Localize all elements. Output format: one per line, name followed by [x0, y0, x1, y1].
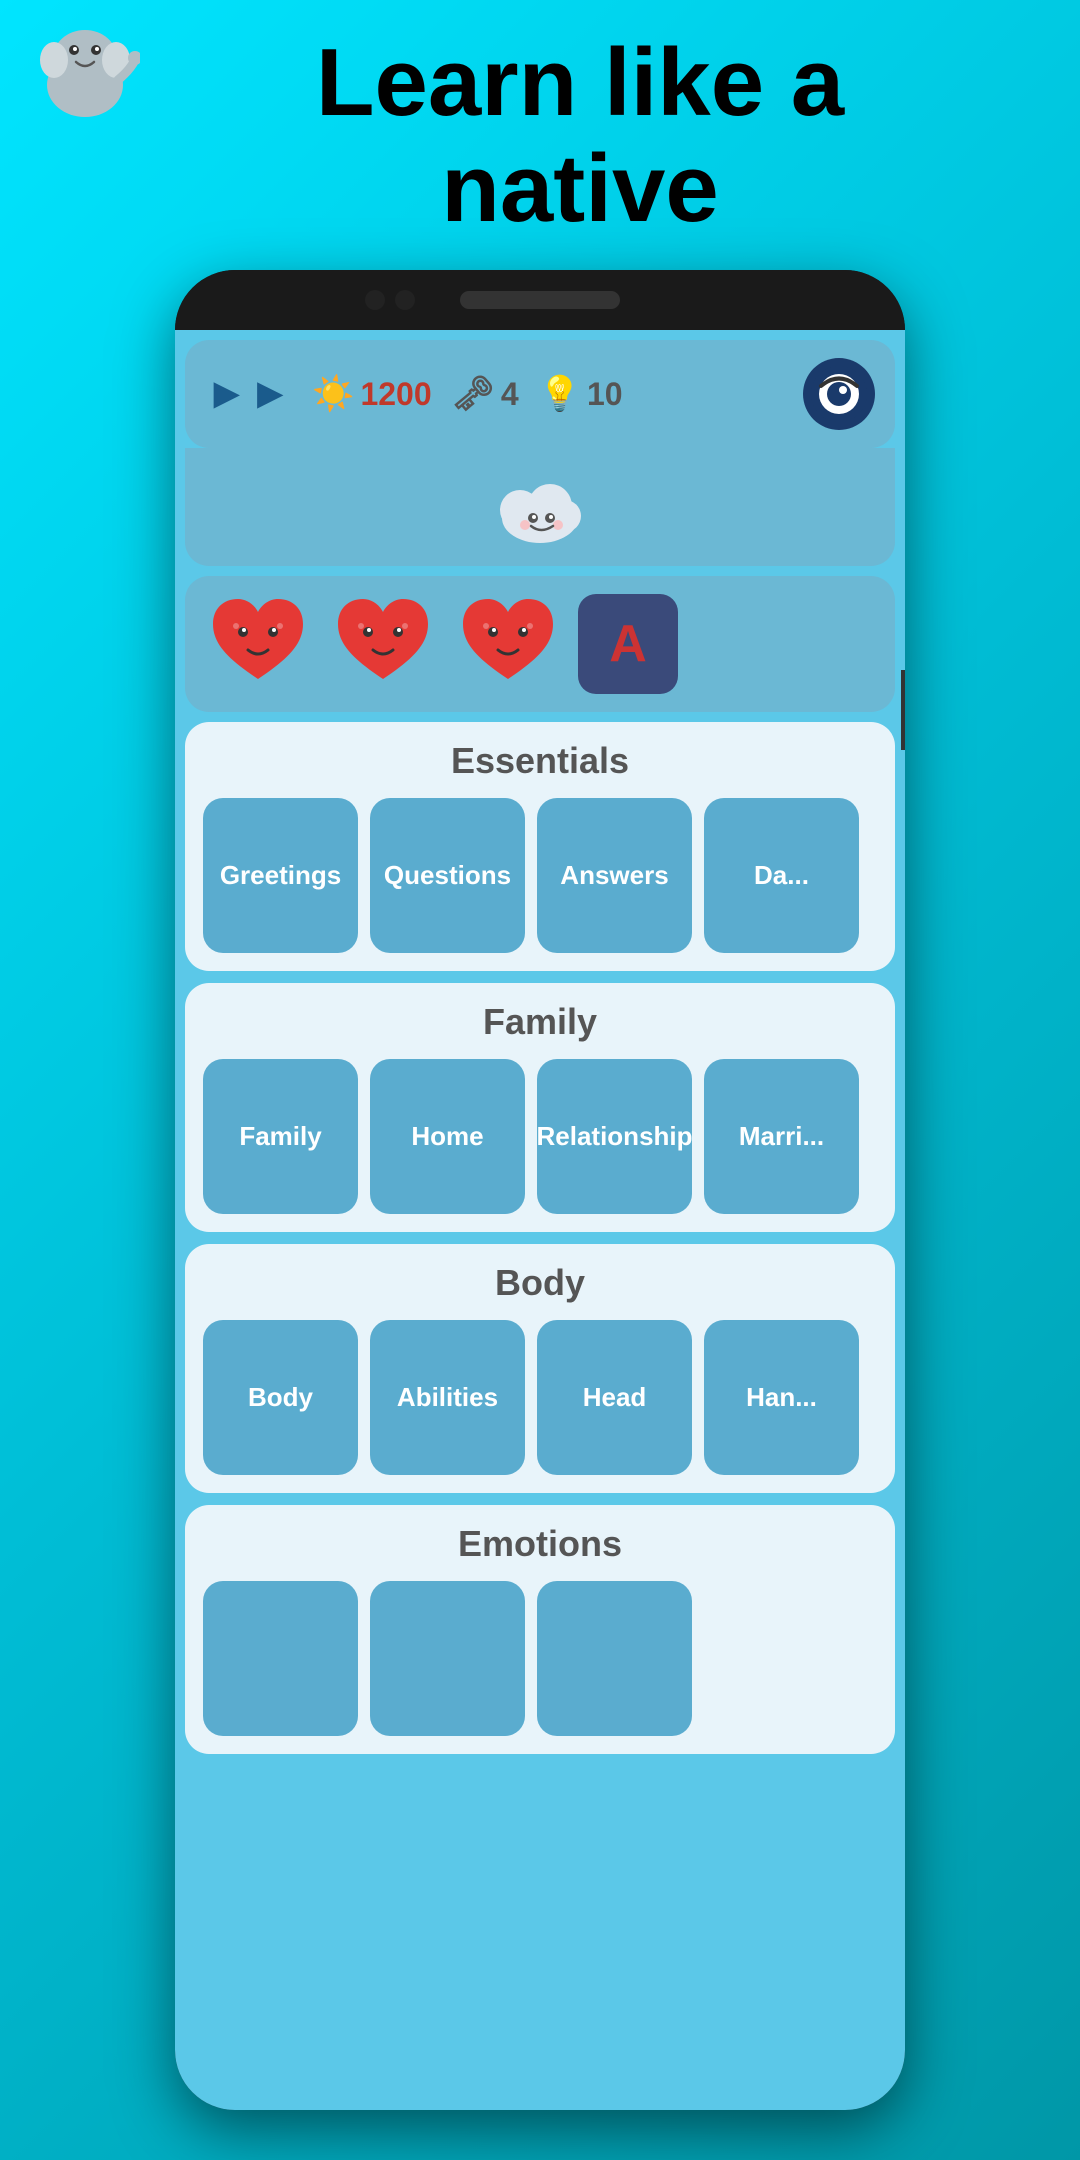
family-card[interactable]: Family: [203, 1059, 358, 1214]
xp-value: 1200: [360, 376, 431, 413]
heart-1: [203, 594, 313, 694]
hearts-row: A: [185, 576, 895, 712]
bulb-icon: 💡: [539, 374, 581, 414]
header-title: Learn like a native: [20, 30, 1060, 241]
bulbs-value: 10: [587, 376, 623, 413]
emotion-card-1[interactable]: [203, 1581, 358, 1736]
phone-frame: ►► ☀️ 1200 🗝 4 💡 10: [175, 270, 905, 2110]
heart-3: [453, 594, 563, 694]
stats-bar: ►► ☀️ 1200 🗝 4 💡 10: [185, 340, 895, 448]
body-grid: Body Abilities Head Han...: [203, 1320, 877, 1475]
days-card[interactable]: Da...: [704, 798, 859, 953]
body-title: Body: [203, 1262, 877, 1304]
cloud-mascot: [205, 468, 875, 548]
hands-card[interactable]: Han...: [704, 1320, 859, 1475]
phone-speaker: [460, 291, 620, 309]
bulbs-stat: 💡 10: [539, 374, 623, 414]
eye-icon[interactable]: [803, 358, 875, 430]
letter-badge[interactable]: A: [578, 594, 678, 694]
emotions-grid: [203, 1581, 877, 1736]
xp-icon: ☀️: [312, 374, 354, 414]
emotion-card-3[interactable]: [537, 1581, 692, 1736]
heart-2: [328, 594, 438, 694]
body-section: Body Body Abilities Head Han...: [185, 1244, 895, 1493]
mascot-elephant: [30, 20, 140, 130]
marriage-card[interactable]: Marri...: [704, 1059, 859, 1214]
key-icon: 🗝: [452, 374, 495, 414]
side-button: [901, 670, 905, 750]
abilities-card[interactable]: Abilities: [370, 1320, 525, 1475]
keys-stat: 🗝 4: [452, 374, 519, 414]
greetings-card[interactable]: Greetings: [203, 798, 358, 953]
family-section: Family Family Home Relationship Marri...: [185, 983, 895, 1232]
emotions-title: Emotions: [203, 1523, 877, 1565]
essentials-title: Essentials: [203, 740, 877, 782]
head-card[interactable]: Head: [537, 1320, 692, 1475]
home-card[interactable]: Home: [370, 1059, 525, 1214]
questions-card[interactable]: Questions: [370, 798, 525, 953]
family-title: Family: [203, 1001, 877, 1043]
body-card[interactable]: Body: [203, 1320, 358, 1475]
camera-right: [395, 290, 415, 310]
relationship-card[interactable]: Relationship: [537, 1059, 692, 1214]
emotion-card-2[interactable]: [370, 1581, 525, 1736]
phone-notch: [175, 270, 905, 330]
family-grid: Family Home Relationship Marri...: [203, 1059, 877, 1214]
phone-screen[interactable]: ►► ☀️ 1200 🗝 4 💡 10: [175, 330, 905, 2110]
essentials-grid: Greetings Questions Answers Da...: [203, 798, 877, 953]
keys-value: 4: [501, 376, 519, 413]
emotions-section: Emotions: [185, 1505, 895, 1754]
answers-card[interactable]: Answers: [537, 798, 692, 953]
essentials-section: Essentials Greetings Questions Answers D…: [185, 722, 895, 971]
arrows-icon: ►►: [205, 369, 292, 419]
xp-stat: ☀️ 1200: [312, 374, 432, 414]
camera-left: [365, 290, 385, 310]
